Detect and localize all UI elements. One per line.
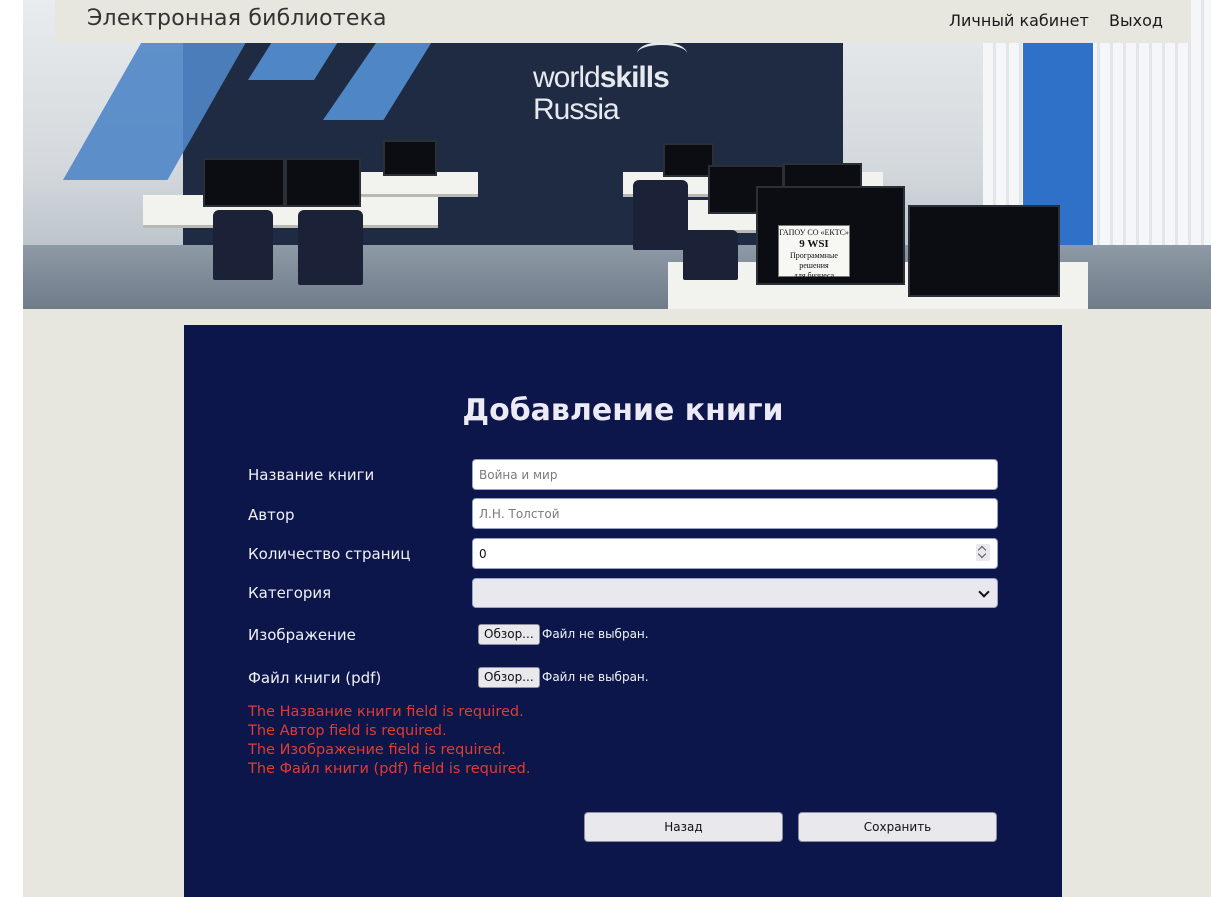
error-message: The Изображение field is required. [248,742,506,758]
pages-stepper-icon[interactable] [976,544,990,561]
logo-world-text: world [533,61,601,94]
error-message: The Автор field is required. [248,723,447,739]
hero-room-sign: ГАПОУ СО «ЕКТС» 9 WSI Программные решени… [778,225,850,280]
worldskills-logo: worldskills Russia [533,61,670,126]
hero-monitor [203,158,285,207]
image-browse-button[interactable]: Обзор... [478,624,540,645]
hero-monitor [663,143,714,177]
category-select[interactable] [472,578,998,608]
sign-line: 9 WSI [799,238,829,250]
hero-banner-image: worldskills Russia ГАПОУ СО «ЕКТС» 9 WSI… [23,0,1211,309]
nav-account-link[interactable]: Личный кабинет [949,11,1089,30]
sign-line: Программные решения [790,251,838,270]
site-brand[interactable]: Электронная библиотека [87,6,387,31]
error-message: The Файл книги (pdf) field is required. [248,761,531,777]
error-message: The Название книги field is required. [248,704,524,720]
pdf-browse-button[interactable]: Обзор... [478,667,540,688]
pdf-file-status: Файл не выбран. [542,670,649,684]
chevron-down-icon [978,586,990,598]
pdf-label: Файл книги (pdf) [248,669,382,687]
author-label: Автор [248,506,295,524]
logo-skills-text: skills [599,61,670,94]
hero-monitor [383,140,437,176]
category-label: Категория [248,584,332,602]
nav-logout-link[interactable]: Выход [1109,11,1163,30]
pages-input[interactable] [472,538,998,569]
add-book-panel: Добавление книги Название книги Автор Ко… [184,325,1062,897]
image-file-status: Файл не выбран. [542,627,649,641]
pages-label: Количество страниц [248,545,411,563]
image-label: Изображение [248,626,356,644]
hero-chair [683,230,738,280]
save-button[interactable]: Сохранить [798,812,997,842]
sign-line: для бизнеса [793,271,835,280]
back-button[interactable]: Назад [584,812,783,842]
sign-line: ГАПОУ СО «ЕКТС» [779,228,849,237]
book-name-input[interactable] [472,459,998,490]
hero-monitor [908,205,1060,297]
logo-country-text: Russia [533,93,620,126]
hero-chair [213,210,273,280]
hero-chair [633,180,688,250]
hero-chair [298,210,363,285]
hero-monitor [285,158,361,207]
top-navbar: Электронная библиотека Личный кабинет Вы… [55,0,1191,43]
page-title: Добавление книги [462,393,784,428]
book-name-label: Название книги [248,466,375,484]
pages-field [472,538,998,569]
author-input[interactable] [472,498,998,529]
